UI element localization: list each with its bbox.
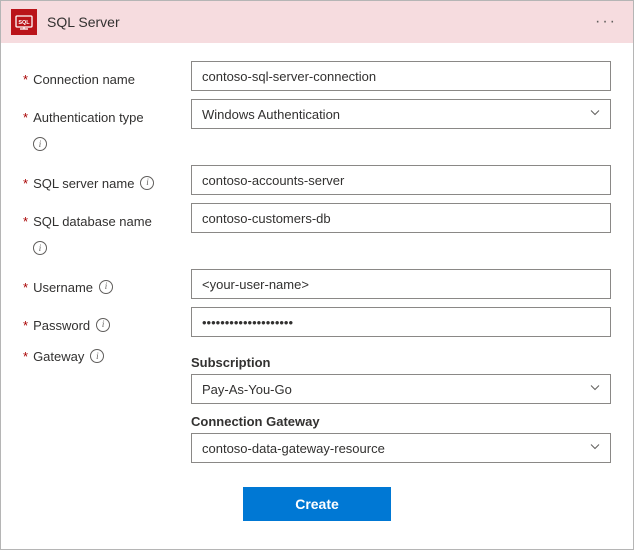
sql-server-icon: SQL	[11, 9, 37, 35]
subscription-label: Subscription	[191, 355, 611, 370]
required-indicator: *	[23, 349, 28, 364]
info-icon[interactable]: i	[33, 137, 47, 151]
info-icon[interactable]: i	[33, 241, 47, 255]
connection-gateway-select[interactable]: contoso-data-gateway-resource	[191, 433, 611, 463]
sql-server-panel: SQL SQL Server ··· * Connection name * A…	[0, 0, 634, 550]
connection-gateway-label: Connection Gateway	[191, 414, 611, 429]
panel-header: SQL SQL Server ···	[1, 1, 633, 43]
more-options-button[interactable]: ···	[589, 9, 623, 35]
info-icon[interactable]: i	[96, 318, 110, 332]
form-body: * Connection name * Authentication type …	[1, 43, 633, 549]
auth-type-label: Authentication type	[33, 110, 144, 125]
server-name-input[interactable]	[191, 165, 611, 195]
row-auth-type: * Authentication type Windows Authentica…	[23, 99, 611, 129]
row-database-name: * SQL database name	[23, 203, 611, 233]
auth-type-select[interactable]: Windows Authentication	[191, 99, 611, 129]
info-icon[interactable]: i	[99, 280, 113, 294]
row-password: * Password i	[23, 307, 611, 337]
required-indicator: *	[23, 110, 28, 125]
row-username: * Username i	[23, 269, 611, 299]
row-gateway: * Gateway i Subscription Pay-As-You-Go C…	[23, 345, 611, 463]
password-label: Password	[33, 318, 90, 333]
username-input[interactable]	[191, 269, 611, 299]
required-indicator: *	[23, 318, 28, 333]
info-icon[interactable]: i	[140, 176, 154, 190]
subscription-select[interactable]: Pay-As-You-Go	[191, 374, 611, 404]
database-name-input[interactable]	[191, 203, 611, 233]
username-label: Username	[33, 280, 93, 295]
required-indicator: *	[23, 280, 28, 295]
info-icon[interactable]: i	[90, 349, 104, 363]
database-name-label: SQL database name	[33, 214, 152, 229]
connection-name-input[interactable]	[191, 61, 611, 91]
server-name-label: SQL server name	[33, 176, 134, 191]
required-indicator: *	[23, 214, 28, 229]
required-indicator: *	[23, 72, 28, 87]
row-connection-name: * Connection name	[23, 61, 611, 91]
create-button[interactable]: Create	[243, 487, 391, 521]
svg-text:SQL: SQL	[18, 20, 30, 26]
panel-title: SQL Server	[47, 14, 120, 30]
password-input[interactable]	[191, 307, 611, 337]
row-server-name: * SQL server name i	[23, 165, 611, 195]
connection-name-label: Connection name	[33, 72, 135, 87]
gateway-label: Gateway	[33, 349, 84, 364]
required-indicator: *	[23, 176, 28, 191]
